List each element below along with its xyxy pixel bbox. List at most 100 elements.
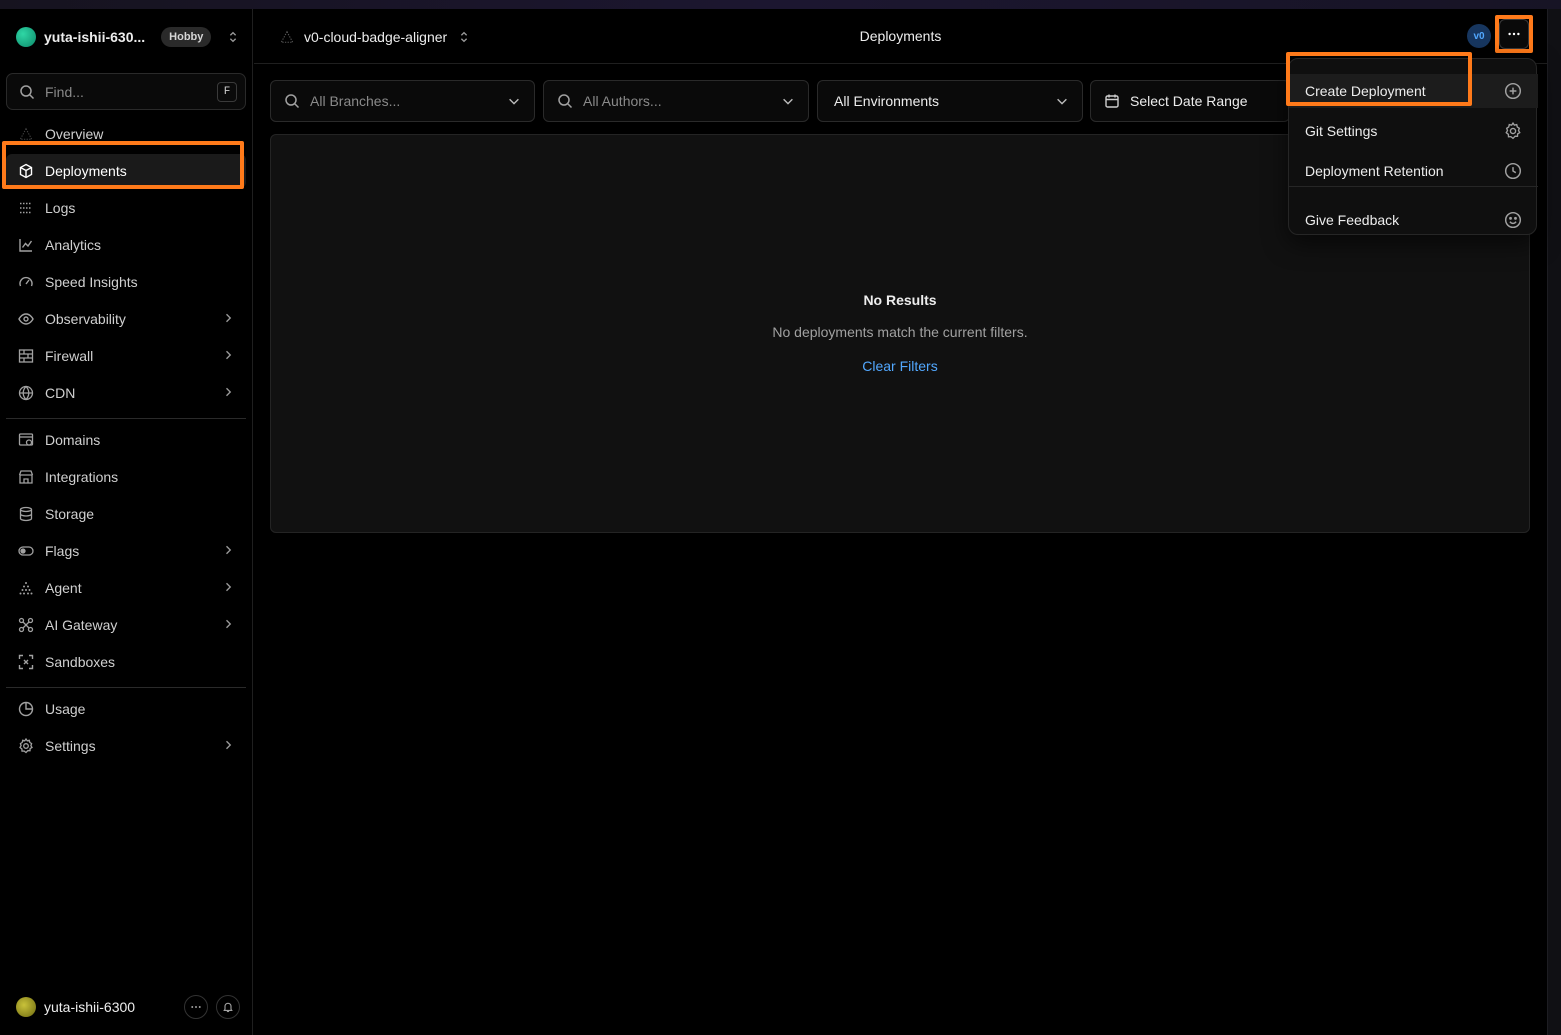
globe-icon <box>17 384 35 402</box>
user-menu[interactable]: yuta-ishii-6300 <box>16 995 240 1019</box>
gateway-icon <box>17 616 35 634</box>
search-icon <box>284 93 300 109</box>
sidebar-item-label: AI Gateway <box>45 617 118 633</box>
sidebar-item-label: Deployments <box>45 163 127 179</box>
smiley-icon <box>1504 211 1522 229</box>
sidebar-divider <box>6 418 246 419</box>
vercel-triangle-icon <box>17 125 35 143</box>
more-icon[interactable] <box>184 995 208 1019</box>
domains-icon <box>17 431 35 449</box>
sidebar-item-settings[interactable]: Settings <box>6 729 246 763</box>
chevron-right-icon <box>222 544 234 556</box>
gauge-icon <box>17 273 35 291</box>
cube-icon <box>17 162 35 180</box>
menu-item-deployment-retention[interactable]: Deployment Retention <box>1289 154 1538 188</box>
date-range-picker[interactable]: Select Date Range <box>1090 80 1290 122</box>
window-right-strip <box>1547 9 1561 1035</box>
bell-icon[interactable] <box>216 995 240 1019</box>
team-switcher[interactable]: yuta-ishii-630... Hobby <box>16 26 240 48</box>
clear-filters-link: Clear Filters <box>271 358 1529 374</box>
firewall-icon <box>17 347 35 365</box>
user-name: yuta-ishii-6300 <box>44 999 136 1015</box>
sidebar-item-label: Integrations <box>45 469 119 485</box>
agent-icon <box>17 579 35 597</box>
sidebar-item-label: Sandboxes <box>45 654 116 670</box>
project-icon <box>280 30 294 44</box>
gear-icon <box>17 737 35 755</box>
sidebar-item-ai-gateway[interactable]: AI Gateway <box>6 608 246 642</box>
branches-placeholder: All Branches... <box>310 93 401 109</box>
more-options-menu: Create Deployment Git Settings Deploymen… <box>1288 58 1538 237</box>
sidebar-item-usage[interactable]: Usage <box>6 692 246 726</box>
chevrons-up-down-icon[interactable] <box>226 30 240 44</box>
sidebar-item-label: Firewall <box>45 348 94 364</box>
sidebar-item-label: Agent <box>45 580 82 596</box>
chevron-down-icon <box>507 94 521 108</box>
ellipsis-icon <box>1508 32 1520 36</box>
sidebar-item-deployments[interactable]: Deployments <box>6 154 246 188</box>
menu-item-label: Create Deployment <box>1305 83 1426 99</box>
v0-icon[interactable]: v0 <box>1467 24 1491 48</box>
sidebar-item-domains[interactable]: Domains <box>6 423 246 457</box>
menu-item-label: Deployment Retention <box>1305 163 1444 179</box>
sidebar-item-label: CDN <box>45 385 76 401</box>
sidebar-item-sandboxes[interactable]: Sandboxes <box>6 645 246 679</box>
search-icon <box>557 93 573 109</box>
project-switcher[interactable]: v0-cloud-badge-aligner <box>280 27 471 47</box>
branches-filter[interactable]: All Branches... <box>270 80 535 122</box>
menu-item-label: Git Settings <box>1305 123 1378 139</box>
sidebar-item-label: Flags <box>45 543 80 559</box>
menu-item-give-feedback[interactable]: Give Feedback <box>1289 203 1538 237</box>
plus-circle-icon <box>1504 82 1522 100</box>
environment-value: All Environments <box>834 93 940 109</box>
sidebar-item-flags[interactable]: Flags <box>6 534 246 568</box>
gear-icon <box>1504 122 1522 140</box>
v0-label: v0 <box>1473 30 1485 42</box>
clear-filters-button[interactable]: Clear Filters <box>862 358 937 374</box>
sidebar-item-label: Observability <box>45 311 126 327</box>
chevron-right-icon <box>222 312 234 324</box>
chevron-right-icon <box>222 386 234 398</box>
plan-badge: Hobby <box>161 27 212 47</box>
menu-item-create-deployment[interactable]: Create Deployment <box>1289 74 1538 108</box>
sidebar-item-label: Analytics <box>45 237 102 253</box>
page-header: v0-cloud-badge-aligner Deployments v0 <box>254 9 1547 64</box>
sidebar-item-integrations[interactable]: Integrations <box>6 460 246 494</box>
sidebar-item-label: Settings <box>45 738 96 754</box>
more-options-button[interactable] <box>1499 19 1529 49</box>
chevron-right-icon <box>222 581 234 593</box>
team-avatar <box>16 27 36 47</box>
chevron-right-icon <box>222 349 234 361</box>
sidebar-item-overview[interactable]: Overview <box>6 117 246 151</box>
menu-item-git-settings[interactable]: Git Settings <box>1289 114 1538 148</box>
search-icon <box>19 84 35 100</box>
eye-icon <box>17 310 35 328</box>
sidebar-item-label: Domains <box>45 432 101 448</box>
sidebar-item-cdn[interactable]: CDN <box>6 376 246 410</box>
find-input[interactable]: Find... F <box>6 73 246 110</box>
team-name: yuta-ishii-630... <box>44 29 146 45</box>
menu-item-label: Give Feedback <box>1305 212 1400 228</box>
sidebar-item-storage[interactable]: Storage <box>6 497 246 531</box>
sidebar-item-observability[interactable]: Observability <box>6 302 246 336</box>
authors-filter[interactable]: All Authors... <box>543 80 809 122</box>
store-icon <box>17 468 35 486</box>
sidebar-item-speed-insights[interactable]: Speed Insights <box>6 265 246 299</box>
chevrons-up-down-icon <box>457 30 471 44</box>
chevron-down-icon <box>781 94 795 108</box>
pie-icon <box>17 700 35 718</box>
environment-select[interactable]: All Environments <box>817 80 1083 122</box>
sidebar-item-firewall[interactable]: Firewall <box>6 339 246 373</box>
sidebar-item-agent[interactable]: Agent <box>6 571 246 605</box>
clock-icon <box>1504 162 1522 180</box>
empty-title: No Results <box>863 292 937 308</box>
menu-divider <box>1289 186 1538 187</box>
window-top-strip <box>0 0 1561 9</box>
user-avatar <box>16 997 36 1017</box>
sidebar-item-analytics[interactable]: Analytics <box>6 228 246 262</box>
chart-line-icon <box>17 236 35 254</box>
sidebar-item-logs[interactable]: Logs <box>6 191 246 225</box>
sidebar-item-label: Overview <box>45 126 104 142</box>
sidebar: yuta-ishii-630... Hobby Find... F Overvi… <box>0 9 253 1035</box>
sidebar-item-label: Logs <box>45 200 76 216</box>
